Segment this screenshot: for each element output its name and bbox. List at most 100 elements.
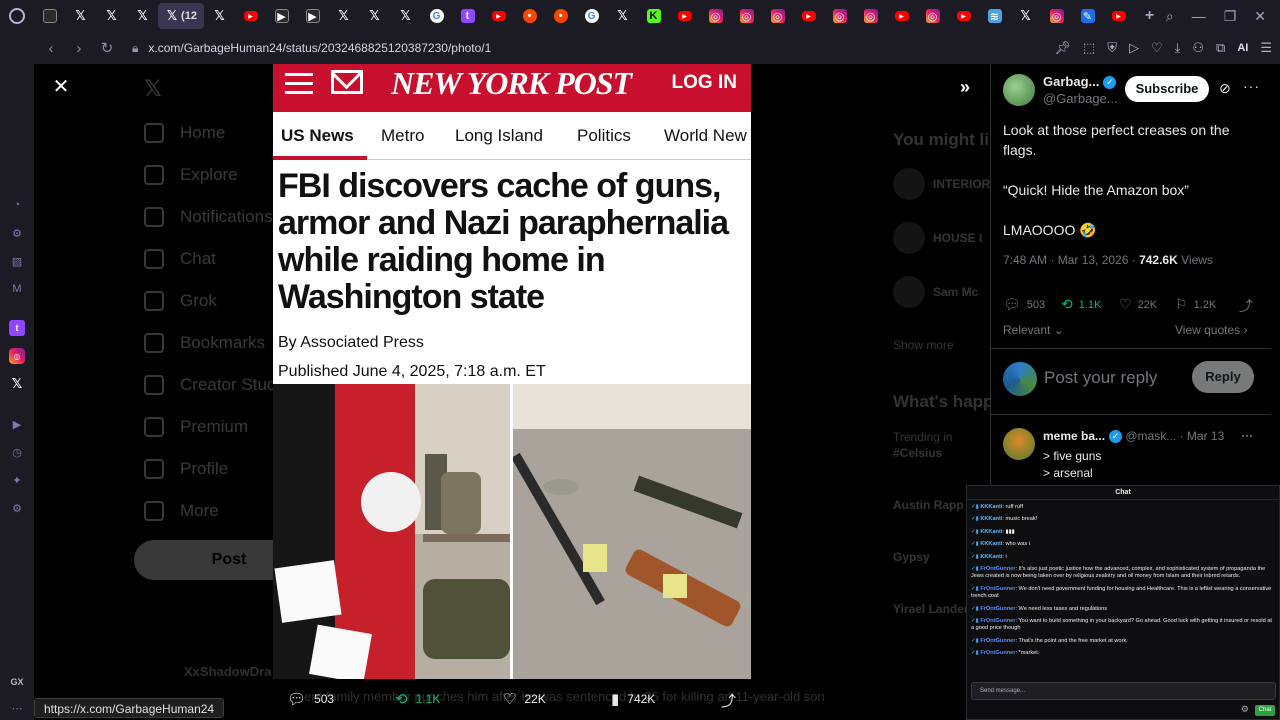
tab-youtube[interactable]: ▶ bbox=[669, 3, 700, 29]
search-tabs-icon[interactable]: ⌕ bbox=[1166, 8, 1174, 25]
tab-youtube[interactable]: ▶ bbox=[1103, 3, 1134, 29]
account-icon[interactable]: ⚇ bbox=[1192, 40, 1204, 56]
tab-youtube[interactable]: ▶ bbox=[948, 3, 979, 29]
gx-tabs-icon[interactable]: ▨ bbox=[9, 253, 25, 269]
tweet-timestamp[interactable]: 7:48 AM · Mar 13, 2026 · bbox=[1003, 253, 1139, 267]
tab-x[interactable]: 𝕏 bbox=[127, 3, 158, 29]
tab-video[interactable]: ▶ bbox=[297, 3, 328, 29]
tab-youtube[interactable]: ▶ bbox=[483, 3, 514, 29]
chat-username[interactable]: KKKanti bbox=[980, 529, 1002, 535]
expand-panel-button[interactable]: » bbox=[954, 76, 976, 98]
extensions-icon[interactable]: ✦ bbox=[9, 472, 25, 488]
tab-x[interactable]: 𝕏 bbox=[607, 3, 638, 29]
tab-youtube[interactable]: ▶ bbox=[793, 3, 824, 29]
gx-control-icon[interactable]: ◔ bbox=[9, 197, 25, 213]
twitch-icon[interactable]: t bbox=[9, 320, 25, 336]
tab-x[interactable]: 𝕏 bbox=[65, 3, 96, 29]
shield-icon[interactable]: ⛨ bbox=[1107, 40, 1117, 56]
tab-twitch[interactable]: t bbox=[452, 3, 483, 29]
more-options-icon[interactable]: ··· bbox=[1241, 428, 1253, 442]
back-icon[interactable]: ‹ bbox=[40, 40, 62, 57]
download-icon[interactable]: ⤓ bbox=[1175, 40, 1181, 56]
gx-robot-icon[interactable]: ⚙ bbox=[9, 225, 25, 241]
like-action[interactable]: ♡ 22K bbox=[503, 690, 546, 708]
send-icon[interactable]: ▷ bbox=[1129, 40, 1139, 56]
ai-button[interactable]: AI bbox=[1237, 42, 1248, 54]
reply-stat[interactable]: 💬︎ 503 bbox=[1003, 296, 1045, 313]
author-name[interactable]: Garbag... ✓ bbox=[1043, 74, 1117, 90]
views-action[interactable]: ▮ 742K bbox=[611, 690, 655, 708]
avatar[interactable] bbox=[1003, 74, 1035, 106]
chat-input[interactable]: Send message... bbox=[971, 682, 1276, 700]
tab-x[interactable]: 𝕏 bbox=[359, 3, 390, 29]
tab-edit[interactable]: ✎ bbox=[1072, 3, 1103, 29]
more-icon[interactable]: ⋯ bbox=[9, 700, 25, 716]
reply-button[interactable]: Reply bbox=[1192, 361, 1254, 393]
maximize-icon[interactable]: ❐ bbox=[1224, 8, 1237, 25]
repost-stat[interactable]: ⟲ 1.1K bbox=[1061, 296, 1101, 313]
chat-send-button[interactable]: Chat bbox=[1255, 705, 1275, 716]
tab-video[interactable]: ▶ bbox=[266, 3, 297, 29]
tab-x[interactable]: 𝕏 bbox=[96, 3, 127, 29]
reply-action[interactable]: 💬︎ 503 bbox=[287, 690, 334, 708]
tab-x[interactable]: 𝕏 bbox=[204, 3, 235, 29]
tab-instagram[interactable]: ◎ bbox=[762, 3, 793, 29]
share-action[interactable]: ⤴ bbox=[721, 690, 736, 711]
tab-instagram[interactable]: ◎ bbox=[1041, 3, 1072, 29]
reply-author[interactable]: meme ba... ✓ @mask... · Mar 13 bbox=[1043, 429, 1224, 444]
heart-icon[interactable]: ♡ bbox=[1151, 40, 1163, 56]
chat-username[interactable]: FrOntGunner bbox=[980, 638, 1015, 644]
tweet-photo[interactable]: NEW YORK POST LOG IN US News Metro Long … bbox=[273, 64, 751, 679]
pin-icon[interactable]: 📌︎ bbox=[1054, 40, 1071, 56]
reply-input[interactable]: Post your reply bbox=[1044, 368, 1157, 388]
history-icon[interactable]: ◷ bbox=[9, 444, 25, 460]
instagram-icon[interactable]: ◎ bbox=[9, 348, 25, 364]
tab-instagram[interactable]: ◎ bbox=[824, 3, 855, 29]
view-quotes-link[interactable]: View quotes › bbox=[1175, 323, 1248, 337]
tab-x[interactable]: 𝕏 bbox=[390, 3, 421, 29]
avatar[interactable] bbox=[1003, 428, 1035, 460]
player-icon[interactable]: ▶ bbox=[9, 416, 25, 432]
tab-youtube[interactable]: ▶ bbox=[886, 3, 917, 29]
like-stat[interactable]: ♡ 22K bbox=[1119, 296, 1157, 313]
bookmark-stat[interactable]: ⚐ 1.2K bbox=[1175, 296, 1216, 313]
gx-corner-icon[interactable]: GX bbox=[9, 674, 25, 690]
snapshot-icon[interactable]: ⬚ bbox=[1083, 40, 1095, 56]
tab-google[interactable]: G bbox=[576, 3, 607, 29]
share-stat[interactable]: ⤴ bbox=[1239, 296, 1253, 316]
tab-reddit[interactable]: • bbox=[545, 3, 576, 29]
author-handle[interactable]: @Garbage... bbox=[1043, 91, 1118, 106]
minimize-icon[interactable]: — bbox=[1192, 8, 1206, 24]
chat-username[interactable]: FrOntGunner bbox=[980, 606, 1015, 612]
reload-icon[interactable]: ↻ bbox=[96, 39, 118, 57]
lock-icon[interactable]: 🔒︎ bbox=[132, 41, 138, 56]
tab-x-active[interactable]: 𝕏 (12 bbox=[158, 3, 204, 29]
new-tab-button[interactable]: + bbox=[1134, 3, 1165, 29]
tab-google[interactable]: G bbox=[421, 3, 452, 29]
chat-username[interactable]: FrOntGunner bbox=[980, 618, 1015, 624]
tab-kick[interactable]: K bbox=[638, 3, 669, 29]
repost-action[interactable]: ⟲ 1.1K bbox=[395, 690, 440, 708]
tab-x[interactable]: 𝕏 bbox=[328, 3, 359, 29]
more-options-icon[interactable]: ··· bbox=[1243, 78, 1260, 94]
chat-username[interactable]: KKKanti bbox=[980, 516, 1002, 522]
tab-instagram[interactable]: ◎ bbox=[917, 3, 948, 29]
forward-icon[interactable]: › bbox=[68, 40, 90, 57]
tab-x[interactable]: 𝕏 bbox=[1010, 3, 1041, 29]
close-photo-button[interactable]: ✕ bbox=[50, 76, 72, 98]
extensions-icon[interactable]: ⧉ bbox=[1216, 40, 1225, 56]
url-field[interactable]: x.com/GarbageHuman24/status/203246882512… bbox=[148, 41, 491, 55]
gx-m-icon[interactable]: M bbox=[9, 281, 25, 297]
tab-instagram[interactable]: ◎ bbox=[731, 3, 762, 29]
chat-username[interactable]: FrOntGunner bbox=[980, 650, 1015, 656]
opera-gx-logo-icon[interactable] bbox=[0, 0, 34, 32]
chat-username[interactable]: KKKanti bbox=[980, 541, 1002, 547]
tab-youtube[interactable]: ▶ bbox=[235, 3, 266, 29]
grok-icon[interactable]: ⊘ bbox=[1219, 80, 1231, 97]
tab-instagram[interactable]: ◎ bbox=[700, 3, 731, 29]
chat-username[interactable]: KKKanti bbox=[980, 504, 1002, 510]
chat-username[interactable]: KKKanti bbox=[980, 554, 1002, 560]
sort-replies-dropdown[interactable]: Relevant ⌄ bbox=[1003, 323, 1064, 337]
chat-username[interactable]: FrOntGunner bbox=[980, 586, 1015, 592]
settings-icon[interactable]: ⚙ bbox=[9, 500, 25, 516]
